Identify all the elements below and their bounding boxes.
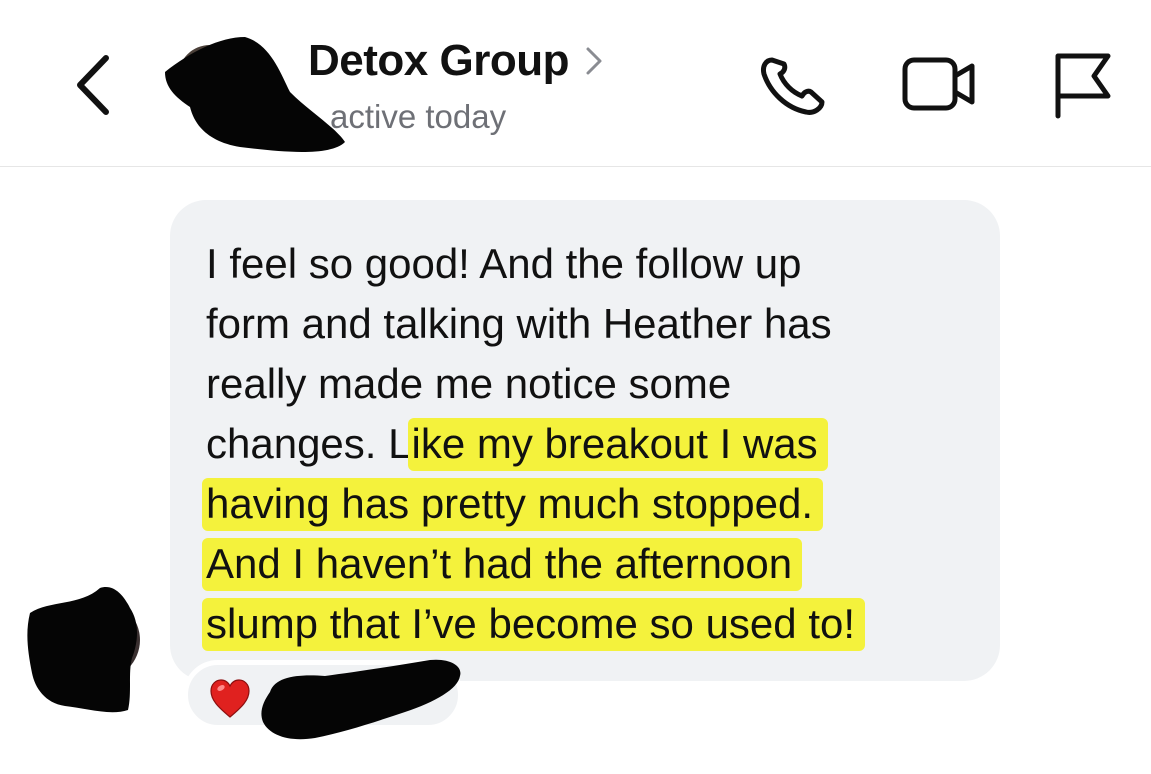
video-call-button[interactable] [900,54,980,114]
group-name: Detox Group [308,36,569,85]
chevron-right-icon [586,47,602,75]
message-line-text: really made me notice some [206,360,732,407]
message-line: I feel so good! And the follow up [206,234,986,294]
message-line: form and talking with Heather has [206,294,986,354]
video-camera-icon [902,57,975,111]
chat-title[interactable]: Detox Group [308,36,605,86]
highlighted-text: slump that I’ve become so used to! [202,598,866,651]
message-line: slump that I’ve become so used to! [202,594,986,654]
message-line: changes. Like my breakout I was [206,414,986,474]
redaction-mark [27,587,140,713]
message-text: I feel so good! And the follow up form a… [202,234,986,654]
chat-header: Detox Group active today [0,0,1151,167]
activity-status: active today [330,98,507,135]
message-line-text: I feel so good! And the follow up [206,240,802,287]
message-line: having has pretty much stopped. [202,474,986,534]
sender-avatar[interactable] [20,578,145,718]
report-button[interactable] [1050,50,1114,120]
redaction-mark [261,659,461,740]
message-line: really made me notice some [206,354,986,414]
message-line-text: form and talking with Heather has [206,300,832,347]
message-bubble[interactable]: I feel so good! And the follow up form a… [170,200,1000,681]
message-line: And I haven’t had the afternoon [202,534,986,594]
highlighted-text: And I haven’t had the afternoon [202,538,803,591]
highlighted-text: having has pretty much stopped. [202,478,824,531]
message-line-text: changes. L [206,420,412,467]
phone-icon [761,57,825,115]
reactor-avatar [255,654,470,746]
back-button[interactable] [66,50,126,120]
highlighted-text: ike my breakout I was [407,418,828,471]
heart-icon [210,679,250,718]
chevron-left-icon [77,55,109,115]
flag-icon [1055,53,1111,119]
call-button[interactable] [756,52,832,118]
